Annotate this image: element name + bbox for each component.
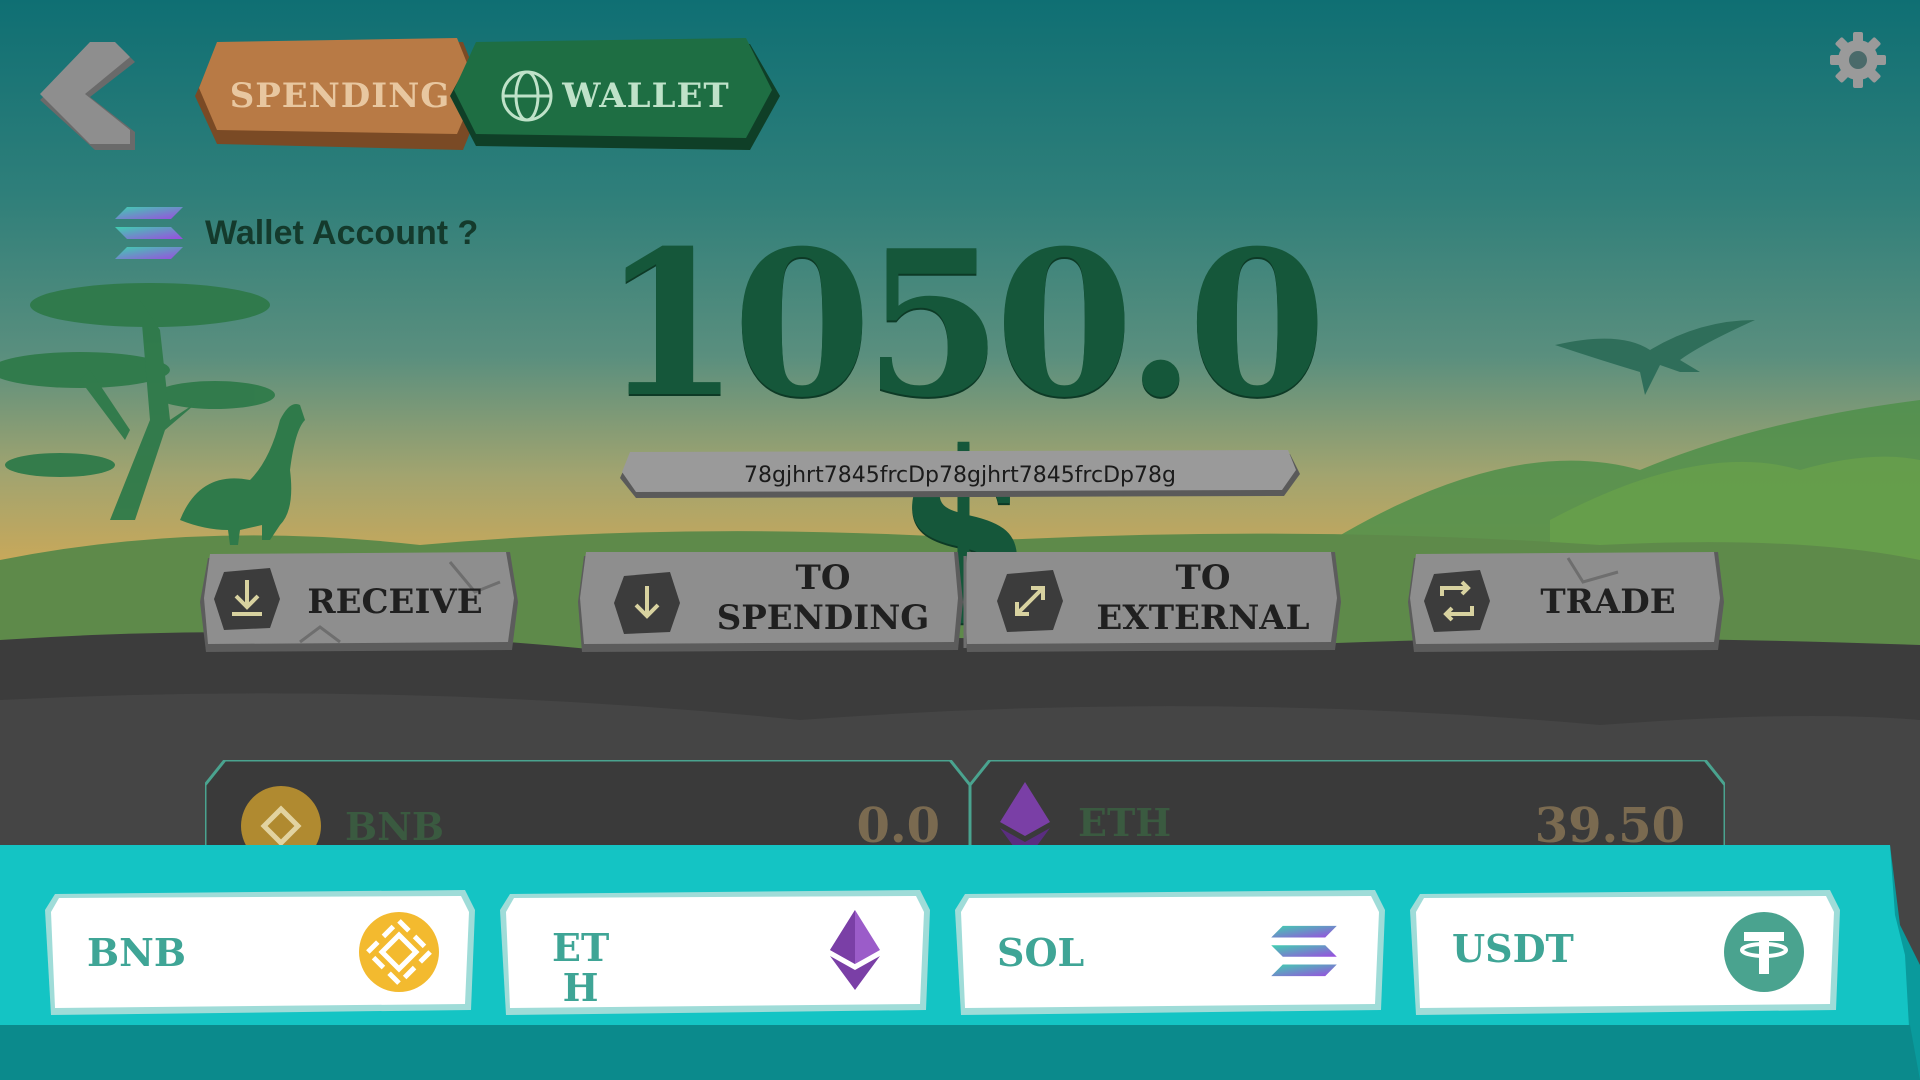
usdt-icon xyxy=(1724,912,1804,992)
expand-icon xyxy=(997,570,1063,632)
to-spending-button[interactable]: TO SPENDING xyxy=(578,552,963,652)
to-external-button[interactable]: TO EXTERNAL xyxy=(963,552,1341,652)
tab-wallet-label: WALLET xyxy=(562,76,730,116)
token-usdt-label: USDT xyxy=(1452,926,1574,971)
trade-button[interactable]: TRADE xyxy=(1408,552,1724,652)
balance-bnb-name: BNB xyxy=(345,804,444,849)
tab-spending-label: SPENDING xyxy=(229,76,451,116)
token-card-eth[interactable]: ET H xyxy=(500,890,930,1015)
to-spending-label: TO SPENDING xyxy=(716,558,930,638)
bnb-icon xyxy=(359,912,439,992)
swap-icon xyxy=(1424,570,1490,632)
pterodactyl-silhouette xyxy=(1555,320,1755,395)
wallet-account-label: Wallet Account ? xyxy=(205,213,479,252)
back-button[interactable] xyxy=(40,42,135,150)
trade-label: TRADE xyxy=(1540,582,1676,622)
token-eth-label: ET H xyxy=(552,925,610,1010)
sol-icon xyxy=(115,207,183,259)
gear-icon[interactable] xyxy=(1828,30,1888,90)
eth-icon xyxy=(830,910,880,990)
receive-button[interactable]: RECEIVE xyxy=(200,552,518,652)
receive-label: RECEIVE xyxy=(307,582,483,622)
wallet-address-text: 78gjhrt7845frcDp78gjhrt7845frcDp78g xyxy=(744,462,1176,488)
download-icon xyxy=(214,568,280,630)
token-bnb-label: BNB xyxy=(87,930,186,975)
balance-eth-name: ETH xyxy=(1078,800,1172,845)
wallet-address[interactable]: 78gjhrt7845frcDp78gjhrt7845frcDp78g xyxy=(620,450,1300,500)
token-card-bnb[interactable]: BNB xyxy=(45,890,475,1015)
to-external-label: TO EXTERNAL xyxy=(1096,558,1310,638)
globe-icon xyxy=(501,70,553,122)
token-sol-label: SOL xyxy=(997,930,1085,975)
tab-spending[interactable]: SPENDING xyxy=(195,38,485,154)
token-card-usdt[interactable]: USDT xyxy=(1410,890,1840,1015)
wallet-account-link[interactable]: Wallet Account ? xyxy=(115,205,478,261)
back-arrow-icon xyxy=(40,42,135,150)
arrow-down-icon xyxy=(614,572,680,634)
game-scene: SPENDING WALLET Wallet Account ? 1050.0 … xyxy=(0,0,1920,1080)
sol-icon xyxy=(1271,925,1337,977)
token-card-sol[interactable]: SOL xyxy=(955,890,1385,1015)
tab-wallet[interactable]: WALLET xyxy=(450,38,780,154)
dinosaur-silhouette xyxy=(180,404,305,545)
